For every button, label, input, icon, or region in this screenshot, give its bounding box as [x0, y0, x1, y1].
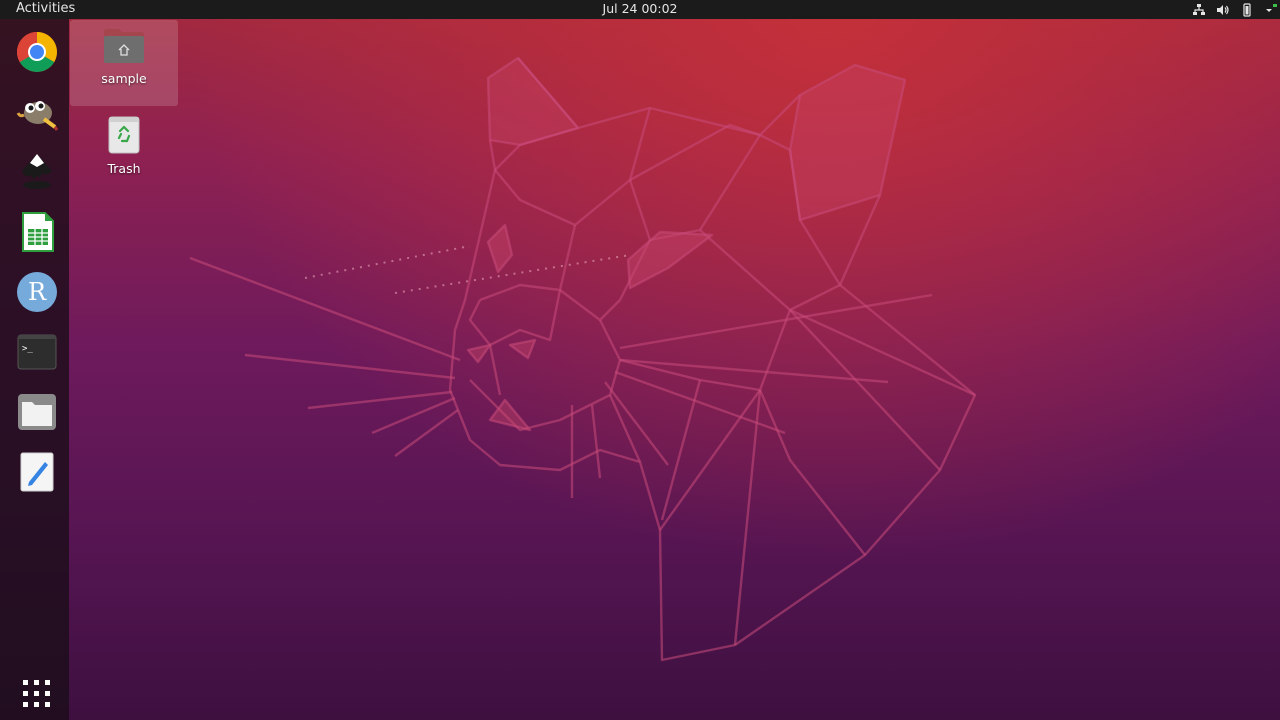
r-icon: R	[16, 271, 58, 313]
dock-item-files[interactable]	[14, 389, 60, 435]
dock-item-rstudio[interactable]: R	[14, 269, 60, 315]
dock-item-terminal[interactable]: >_	[14, 329, 60, 375]
desktop-icon-label: Trash	[107, 161, 141, 176]
desktop-icon-label: sample	[101, 71, 147, 86]
dock-item-gimp[interactable]	[14, 89, 60, 135]
system-tray[interactable]	[1192, 0, 1280, 19]
app-grid-icon	[22, 679, 52, 709]
top-bar: Activities Jul 24 00:02	[0, 0, 1280, 19]
desktop-screen: Activities Jul 24 00:02 R >_ sample Tras…	[0, 0, 1280, 720]
svg-text:>_: >_	[22, 344, 33, 354]
dock-item-inkscape[interactable]	[14, 149, 60, 195]
dock-item-chrome[interactable]	[14, 29, 60, 75]
battery-icon[interactable]	[1240, 2, 1254, 17]
folder-icon	[17, 393, 57, 431]
dock-item-libreoffice-calc[interactable]	[14, 209, 60, 255]
wallpaper-cat-art	[189, 56, 977, 662]
svg-text:R: R	[28, 278, 47, 306]
inkscape-icon	[16, 151, 58, 193]
terminal-icon: >_	[17, 334, 57, 370]
home-folder-icon	[70, 28, 178, 67]
dock: R >_	[0, 19, 69, 720]
trash-icon	[70, 114, 178, 157]
network-icon[interactable]	[1192, 3, 1206, 17]
dock-item-text-editor[interactable]	[14, 449, 60, 495]
spreadsheet-icon	[17, 211, 57, 253]
text-editor-icon	[19, 452, 55, 492]
desktop-icon-sample[interactable]: sample	[70, 20, 178, 106]
desktop-icon-trash[interactable]: Trash	[70, 110, 178, 176]
chrome-icon	[16, 31, 58, 73]
show-applications-button[interactable]	[14, 671, 60, 717]
gimp-icon	[16, 91, 58, 133]
volume-icon[interactable]	[1216, 3, 1230, 17]
clock[interactable]: Jul 24 00:02	[0, 0, 1280, 17]
system-menu-icon[interactable]	[1264, 3, 1278, 17]
